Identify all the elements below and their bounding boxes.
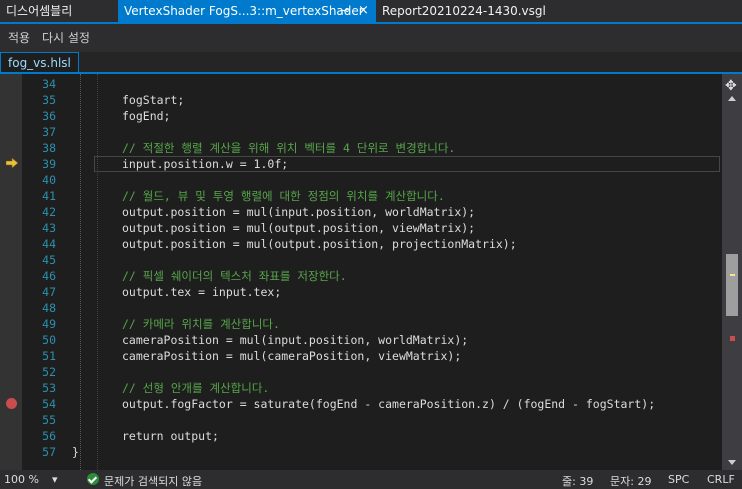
chevron-down-icon[interactable]: ▾	[52, 473, 58, 486]
line-number: 36	[42, 109, 56, 123]
code-line[interactable]: 51 cameraPosition = mul(cameraPosition, v…	[22, 348, 722, 364]
issues-status[interactable]: 문제가 검색되지 않음	[104, 473, 202, 489]
vertical-scrollbar[interactable]: ✥	[722, 74, 742, 470]
close-icon[interactable]: ×	[358, 0, 369, 22]
scrollbar-thumb[interactable]	[726, 254, 738, 316]
line-number: 55	[42, 413, 56, 427]
check-circle-icon	[87, 473, 99, 485]
scroll-down-icon[interactable]	[728, 460, 736, 465]
code-line[interactable]: 34	[22, 76, 722, 92]
code-line[interactable]: 42 output.position = mul(input.position, …	[22, 204, 722, 220]
code-line[interactable]: 54 output.fogFactor = saturate(fogEnd - c…	[22, 396, 722, 412]
line-number: 51	[42, 349, 56, 363]
line-number: 49	[42, 317, 56, 331]
file-tab-bar: fog_vs.hlsl	[0, 52, 742, 74]
code-line[interactable]: 35 fogStart;	[22, 92, 722, 108]
line-number: 44	[42, 237, 56, 251]
indicator-margin[interactable]	[0, 74, 22, 470]
scroll-up-icon[interactable]	[728, 96, 736, 101]
code-line[interactable]: 41 // 월드, 뷰 및 투영 행렬에 대한 정점의 위치를 계산합니다.	[22, 188, 722, 204]
line-number: 57	[42, 445, 56, 459]
code-line[interactable]: 39 input.position.w = 1.0f;	[22, 156, 722, 172]
code-line[interactable]: 50 cameraPosition = mul(input.position, w…	[22, 332, 722, 348]
code-line[interactable]: 56 return output;	[22, 428, 722, 444]
code-line[interactable]: 46 // 픽셀 쉐이더의 텍스처 좌표를 저장한다.	[22, 268, 722, 284]
tab-file-fog-vs[interactable]: fog_vs.hlsl	[0, 52, 79, 72]
line-number: 53	[42, 381, 56, 395]
line-number: 48	[42, 301, 56, 315]
line-number: 38	[42, 141, 56, 155]
current-line-marker	[730, 274, 735, 276]
line-number: 50	[42, 333, 56, 347]
tab-vertex-shader-label: VertexShader FogS...3::m_vertexShader	[124, 4, 364, 18]
code-line[interactable]: 43 output.position = mul(output.position,…	[22, 220, 722, 236]
pin-icon[interactable]: ⊸	[340, 0, 349, 22]
code-line[interactable]: 48	[22, 300, 722, 316]
code-text[interactable]: return output;	[122, 428, 219, 444]
breakpoint-icon[interactable]	[6, 398, 17, 409]
line-number: 46	[42, 269, 56, 283]
code-text[interactable]: }	[72, 444, 79, 460]
code-text[interactable]: output.fogFactor = saturate(fogEnd - cam…	[122, 396, 655, 412]
line-number: 56	[42, 429, 56, 443]
tab-vertex-shader[interactable]: VertexShader FogS...3::m_vertexShader ⊸ …	[118, 0, 376, 22]
line-number: 34	[42, 77, 56, 91]
document-tab-bar: 디스어셈블리 VertexShader FogS...3::m_vertexSh…	[0, 0, 742, 22]
breakpoint-marker	[730, 336, 735, 341]
line-number: 52	[42, 365, 56, 379]
line-number: 43	[42, 221, 56, 235]
code-text[interactable]: fogEnd;	[122, 108, 170, 124]
code-text[interactable]: output.position = mul(input.position, wo…	[122, 204, 475, 220]
code-line[interactable]: 53 // 선형 안개를 계산합니다.	[22, 380, 722, 396]
code-line[interactable]: 49 // 카메라 위치를 계산합니다.	[22, 316, 722, 332]
code-comment[interactable]: // 적절한 행렬 계산을 위해 위치 벡터를 4 단위로 변경합니다.	[122, 140, 455, 156]
code-text[interactable]: fogStart;	[122, 92, 184, 108]
code-line[interactable]: 45	[22, 252, 722, 268]
code-line[interactable]: 36 fogEnd;	[22, 108, 722, 124]
line-number: 37	[42, 125, 56, 139]
code-comment[interactable]: // 월드, 뷰 및 투영 행렬에 대한 정점의 위치를 계산합니다.	[122, 188, 445, 204]
code-line[interactable]: 40	[22, 172, 722, 188]
line-number: 35	[42, 93, 56, 107]
code-text[interactable]: input.position.w = 1.0f;	[122, 156, 288, 172]
line-number: 42	[42, 205, 56, 219]
code-line[interactable]: 47 output.tex = input.tex;	[22, 284, 722, 300]
code-text[interactable]: cameraPosition = mul(input.position, wor…	[122, 332, 468, 348]
toolbar: 적용 다시 설정	[0, 24, 742, 52]
reset-button[interactable]: 다시 설정	[42, 29, 90, 46]
insert-mode-indicator: SPC	[668, 473, 690, 486]
line-ending-indicator: CRLF	[707, 473, 735, 486]
split-editor-icon[interactable]: ✥	[725, 78, 737, 94]
line-number: 54	[42, 397, 56, 411]
code-comment[interactable]: // 선형 안개를 계산합니다.	[122, 380, 269, 396]
code-editor[interactable]: 34 35 fogStart; 36 fogEnd; 37 38 // 적절한 행렬 계산을 …	[0, 74, 722, 470]
apply-button[interactable]: 적용	[8, 29, 30, 46]
tab-report[interactable]: Report20210224-1430.vsglog	[376, 0, 546, 22]
code-text[interactable]: cameraPosition = mul(cameraPosition, vie…	[122, 348, 461, 364]
code-line[interactable]: 55	[22, 412, 722, 428]
line-number: 39	[42, 157, 56, 171]
code-line[interactable]: 38 // 적절한 행렬 계산을 위해 위치 벡터를 4 단위로 변경합니다.	[22, 140, 722, 156]
code-comment[interactable]: // 픽셀 쉐이더의 텍스처 좌표를 저장한다.	[122, 268, 347, 284]
line-indicator: 줄: 39	[562, 475, 594, 488]
current-statement-arrow-icon	[6, 158, 18, 168]
status-bar: 100 % ▾ 문제가 검색되지 않음 줄: 39 문자: 29 SPC CRL…	[0, 470, 742, 489]
line-number: 41	[42, 189, 56, 203]
line-number: 47	[42, 285, 56, 299]
code-line[interactable]: 37	[22, 124, 722, 140]
tab-disassembly[interactable]: 디스어셈블리	[0, 0, 118, 22]
line-number: 45	[42, 253, 56, 267]
code-text[interactable]: output.position = mul(output.position, v…	[122, 220, 475, 236]
code-comment[interactable]: // 카메라 위치를 계산합니다.	[122, 316, 280, 332]
code-text[interactable]: output.position = mul(output.position, p…	[122, 236, 517, 252]
line-number: 40	[42, 173, 56, 187]
column-indicator: 문자: 29	[610, 475, 652, 488]
code-line[interactable]: 57}	[22, 444, 722, 460]
code-line[interactable]: 44 output.position = mul(output.position,…	[22, 236, 722, 252]
code-text[interactable]: output.tex = input.tex;	[122, 284, 281, 300]
zoom-level[interactable]: 100 %	[4, 473, 39, 486]
code-line[interactable]: 52	[22, 364, 722, 380]
